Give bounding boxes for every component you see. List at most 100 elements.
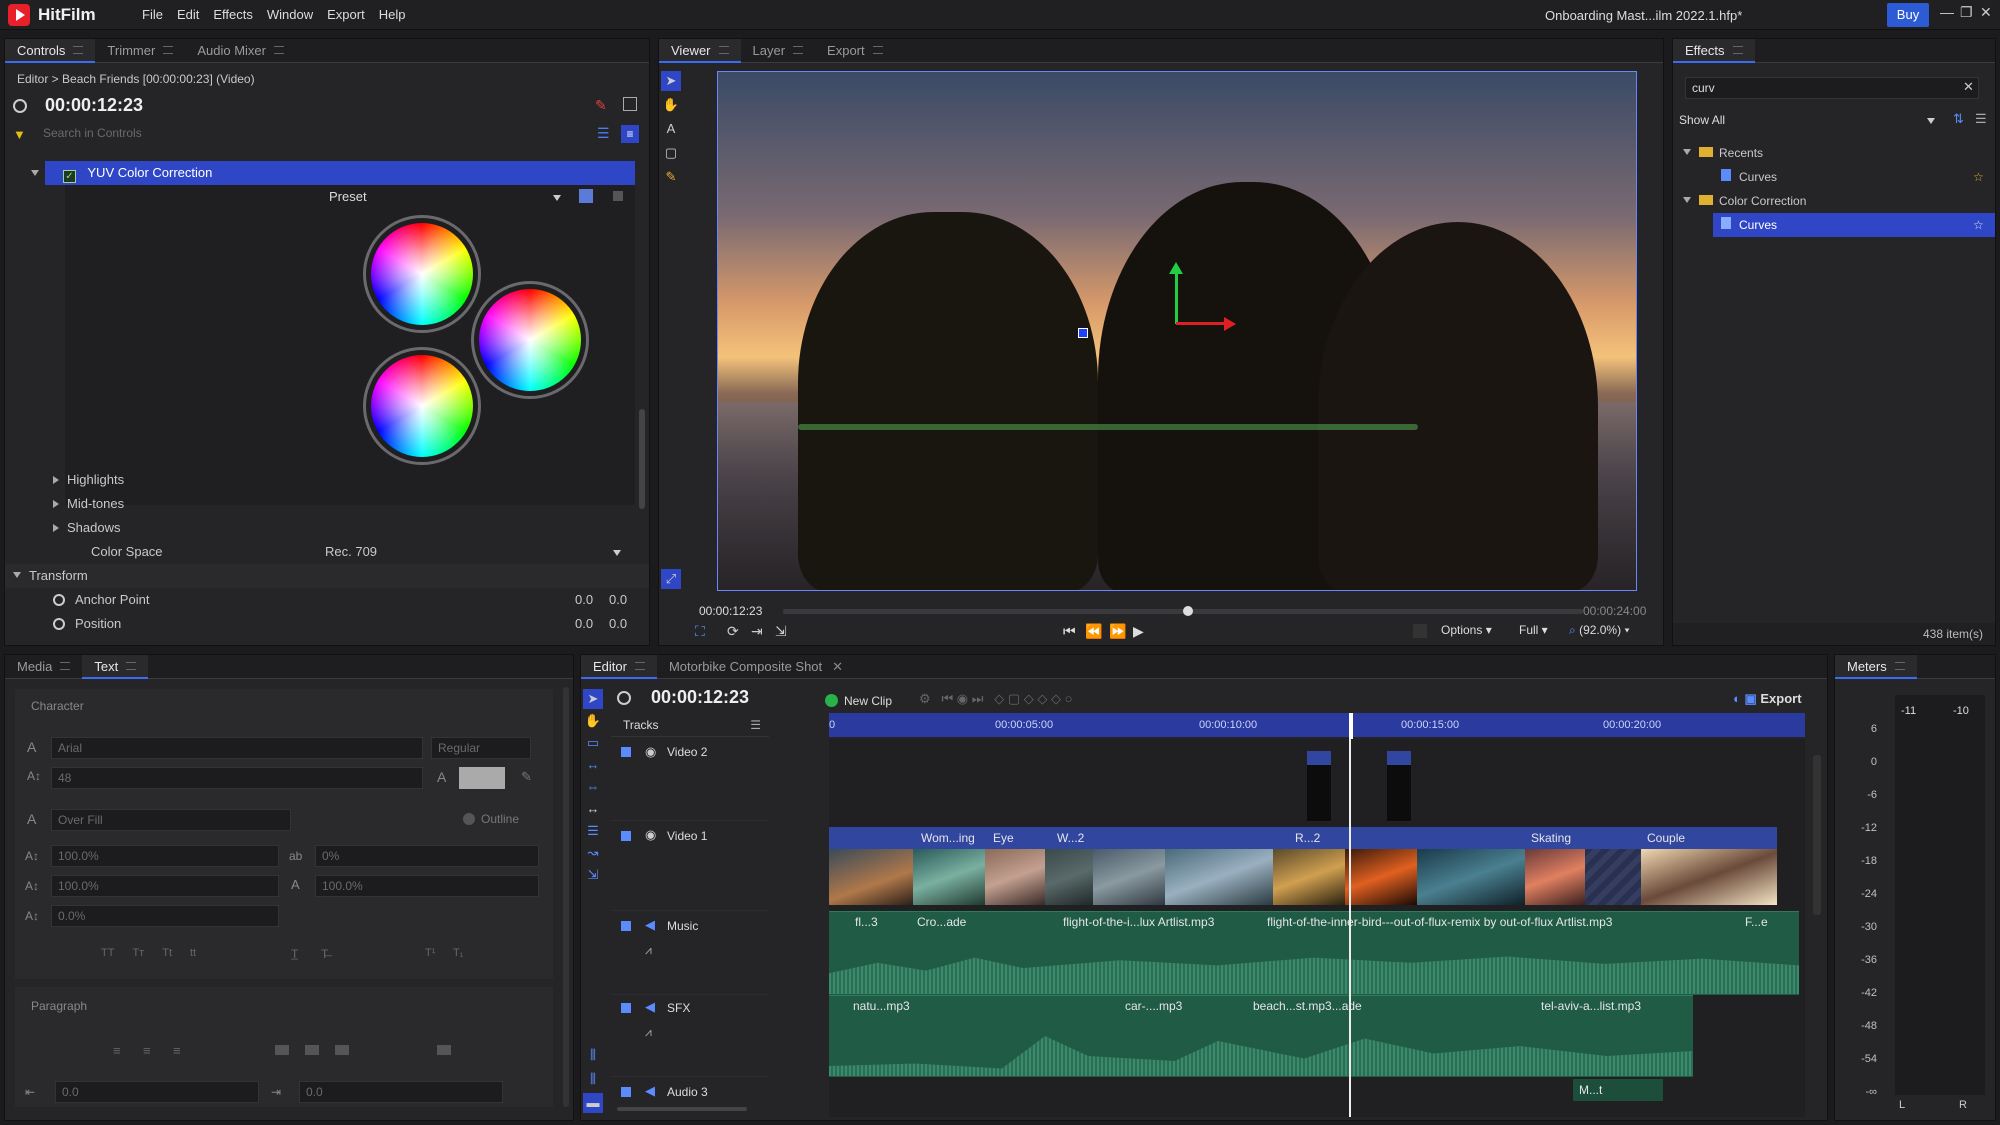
video1-clip-label[interactable]: R...2 xyxy=(1289,827,1339,849)
layout-toggle-icon[interactable] xyxy=(623,97,637,111)
waveform-toggle-icon[interactable]: ⩘ xyxy=(645,943,652,958)
sort-icon[interactable]: ⇅ xyxy=(1953,111,1964,127)
options-dropdown[interactable]: Options ▾ xyxy=(1441,623,1492,637)
video2-clip[interactable] xyxy=(1307,751,1331,821)
buy-button[interactable]: Buy xyxy=(1887,3,1929,27)
group-highlights[interactable]: Highlights xyxy=(5,468,649,492)
menu-effects[interactable]: Effects xyxy=(213,7,253,22)
x-axis-gizmo[interactable] xyxy=(1176,322,1226,325)
justify-all-button[interactable] xyxy=(437,1045,451,1055)
anchor-handle[interactable] xyxy=(1078,328,1088,338)
rate-stretch-tool-icon[interactable]: ↝ xyxy=(583,843,603,863)
controls-scrollbar[interactable] xyxy=(639,409,645,509)
menu-icon[interactable]: ☰ xyxy=(1975,111,1987,127)
menu-help[interactable]: Help xyxy=(379,7,406,22)
keyframe-toggle-icon[interactable] xyxy=(53,594,65,606)
music-clip-label[interactable]: flight-of-the-i...lux Artlist.mp3 xyxy=(1057,911,1253,933)
step-forward-icon[interactable]: ⏩ xyxy=(1109,623,1126,640)
menu-edit[interactable]: Edit xyxy=(177,7,199,22)
keyframe-toggle-icon[interactable] xyxy=(53,618,65,630)
speaker-icon[interactable]: ◀ xyxy=(645,1083,655,1099)
indent-left-input[interactable]: 0.0 xyxy=(55,1081,259,1103)
timeline-ruler[interactable]: 0 00:00:05:00 00:00:10:00 00:00:15:00 00… xyxy=(829,713,1805,737)
indent-right-input[interactable]: 0.0 xyxy=(299,1081,503,1103)
close-tab-icon[interactable]: ✕ xyxy=(832,659,843,674)
timeline-tracks-area[interactable]: Wom...ing Eye W...2 R...2 Skating Couple… xyxy=(829,739,1805,1117)
detail-view-icon[interactable]: ≡ xyxy=(621,125,639,143)
link-tool-icon[interactable]: ⇲ xyxy=(583,865,603,885)
effects-search-input[interactable]: curv xyxy=(1685,77,1979,99)
speaker-icon[interactable]: ◀ xyxy=(645,999,655,1015)
title-case-button[interactable]: Tt xyxy=(162,947,172,959)
waveform-toggle-icon[interactable]: ⩘ xyxy=(645,1025,652,1040)
preset-dropdown[interactable]: Preset xyxy=(323,187,643,207)
group-shadows[interactable]: Shadows xyxy=(5,516,649,540)
strikethrough-button[interactable]: T̶ xyxy=(321,947,328,961)
visibility-eye-icon[interactable]: ◉ xyxy=(645,827,656,843)
video1-clip-label[interactable]: W...2 xyxy=(1051,827,1091,849)
controls-timecode[interactable]: 00:00:12:23 xyxy=(45,95,143,116)
tab-editor[interactable]: Editor xyxy=(581,655,657,679)
tab-meters[interactable]: Meters xyxy=(1835,655,1917,679)
pen-tool-icon[interactable]: ✎ xyxy=(661,167,681,187)
effect-row-yuv[interactable]: ✓ YUV Color Correction xyxy=(31,161,635,185)
mask-tool-icon[interactable]: ▢ xyxy=(661,143,681,163)
timeline-vscrollbar[interactable] xyxy=(1813,755,1821,915)
all-caps-button[interactable]: TT xyxy=(101,947,114,959)
font-size-input[interactable]: 48 xyxy=(51,767,423,789)
slice-tool-icon[interactable]: ▭ xyxy=(583,733,603,753)
menu-file[interactable]: File xyxy=(142,7,163,22)
color-space-dropdown[interactable]: Rec. 709 xyxy=(325,540,377,564)
ripple-tool-icon[interactable]: ↔ xyxy=(583,799,603,819)
audio3-clip-label[interactable]: M...t xyxy=(1573,1079,1663,1101)
tab-audio-mixer[interactable]: Audio Mixer xyxy=(185,39,296,63)
timeline-zoom-slider[interactable] xyxy=(617,1107,747,1111)
viewer-scrubber[interactable] xyxy=(783,606,1583,616)
leading-input[interactable]: 100.0% xyxy=(315,875,539,897)
roll-tool-icon[interactable]: ☰ xyxy=(583,821,603,841)
align-right-button[interactable]: ≡ xyxy=(173,1043,181,1058)
tab-export[interactable]: Export xyxy=(815,39,895,63)
new-clip-button[interactable]: New Clip xyxy=(825,692,892,708)
align-center-button[interactable]: ≡ xyxy=(143,1043,151,1058)
audio-mixer-icon[interactable]: ⫼ xyxy=(583,1045,603,1065)
delete-preset-icon[interactable] xyxy=(613,191,623,201)
favorite-star-icon[interactable]: ☆ xyxy=(1973,213,1984,237)
lock-icon[interactable] xyxy=(621,1003,631,1013)
font-style-dropdown[interactable]: Regular xyxy=(431,737,531,759)
lock-icon[interactable] xyxy=(621,1087,631,1097)
lock-icon[interactable] xyxy=(621,747,631,757)
maximize-icon[interactable]: ❐ xyxy=(1960,4,1973,21)
video1-clip-label[interactable]: Eye xyxy=(987,827,1037,849)
list-view-icon[interactable]: ☰ xyxy=(597,125,610,142)
tab-motorbike-composite[interactable]: Motorbike Composite Shot ✕ xyxy=(657,655,855,679)
step-back-icon[interactable]: ⏪ xyxy=(1085,623,1102,640)
lock-icon[interactable] xyxy=(621,921,631,931)
transform-group[interactable]: Transform xyxy=(5,564,649,588)
tracking-input[interactable]: 0% xyxy=(315,845,539,867)
visibility-eye-icon[interactable]: ◉ xyxy=(645,744,656,760)
underline-button[interactable]: T̲ xyxy=(291,947,298,961)
shadows-color-wheel[interactable] xyxy=(371,355,473,457)
speaker-icon[interactable]: ◀ xyxy=(645,917,655,933)
font-family-dropdown[interactable]: Arial xyxy=(51,737,423,759)
menu-window[interactable]: Window xyxy=(267,7,313,22)
timeline-select-tool-icon[interactable]: ➤ xyxy=(583,689,603,709)
menu-export[interactable]: Export xyxy=(327,7,365,22)
select-tool-icon[interactable]: ➤ xyxy=(661,71,681,91)
zoom-dropdown[interactable]: ⌕ (92.0%) ▾ xyxy=(1569,623,1629,638)
fill-mode-dropdown[interactable]: Over Fill xyxy=(51,809,291,831)
slip-tool-icon[interactable]: ↔ xyxy=(583,755,603,775)
sfx-clip-label[interactable]: natu...mp3 xyxy=(847,995,917,1017)
fit-icon[interactable]: ⛶ xyxy=(695,623,705,640)
tab-effects[interactable]: Effects xyxy=(1673,39,1755,63)
folder-recents[interactable]: Recents xyxy=(1673,141,1995,165)
text-panel-scrollbar[interactable] xyxy=(563,687,569,1107)
effect-item-curves[interactable]: Curves ☆ xyxy=(1713,213,1995,237)
music-clip-label[interactable]: F...e xyxy=(1739,911,1789,933)
snap-tool-icon[interactable]: ⤢ xyxy=(661,569,681,589)
tab-controls[interactable]: Controls xyxy=(5,39,96,63)
loop-icon[interactable]: ⟳ xyxy=(727,623,739,640)
lock-icon[interactable] xyxy=(621,831,631,841)
scrubber-handle[interactable] xyxy=(1183,606,1193,616)
